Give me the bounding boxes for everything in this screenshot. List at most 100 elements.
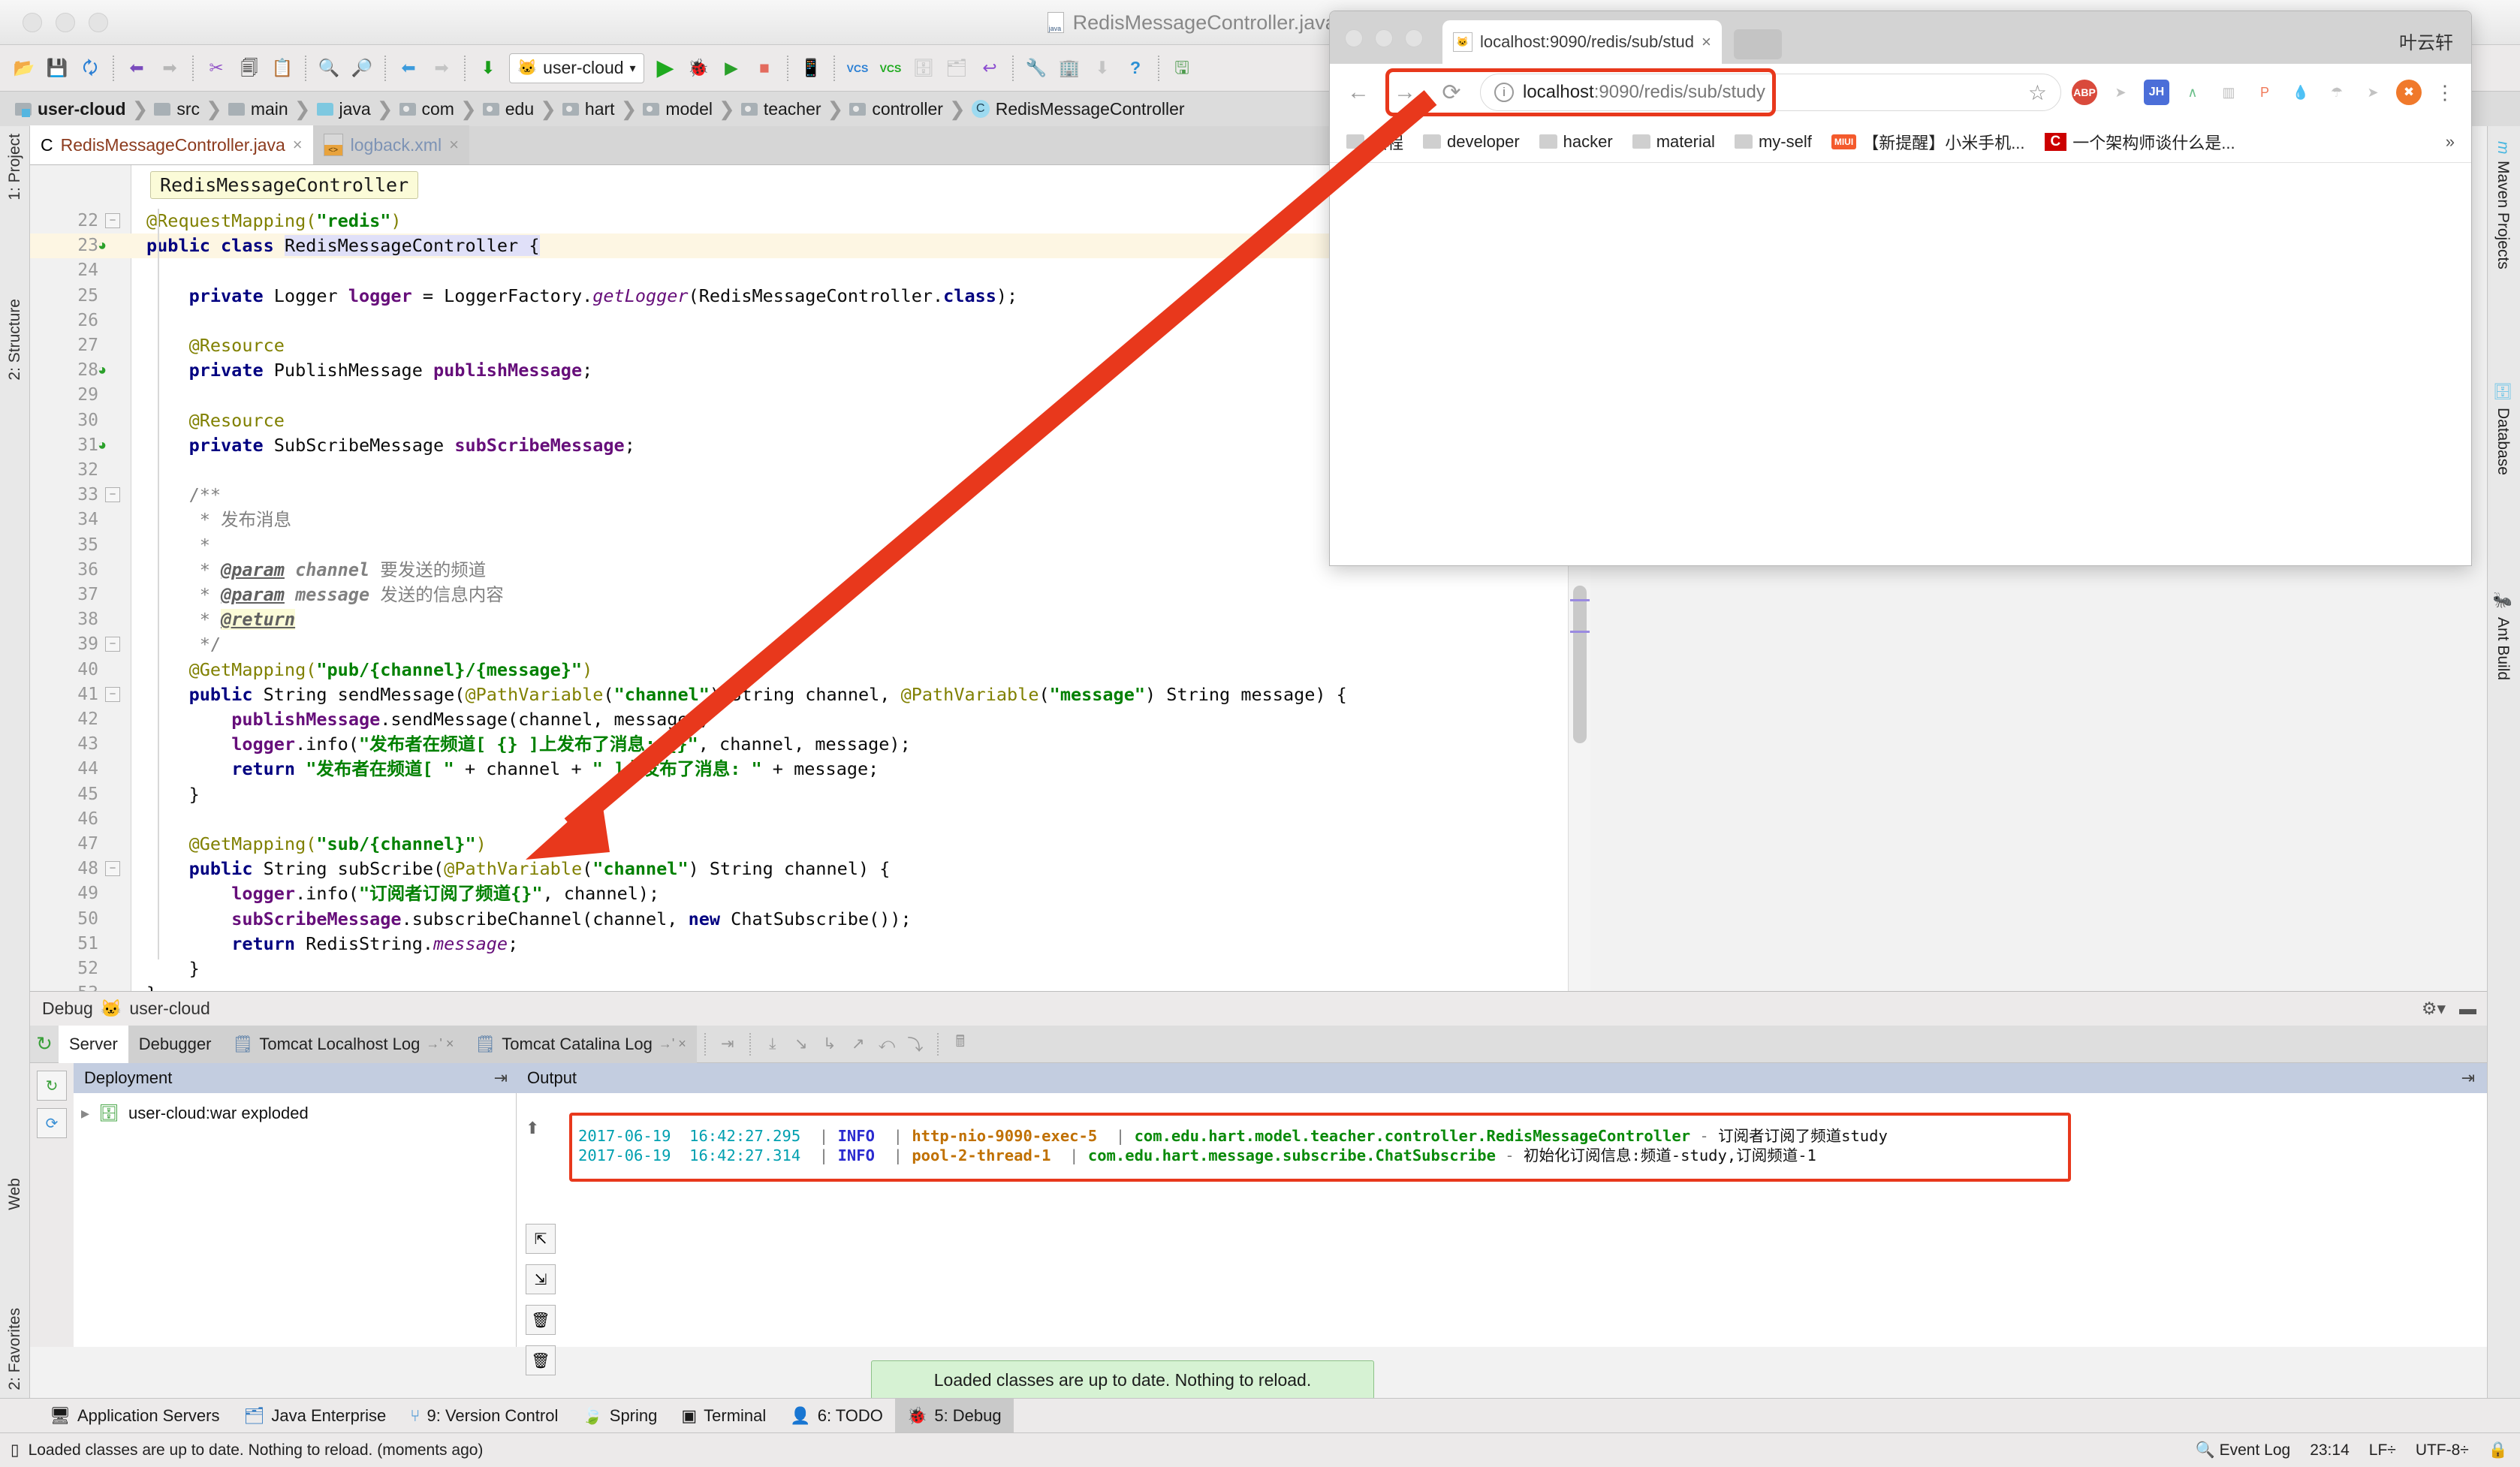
forward-icon[interactable]: ➡ <box>425 51 458 86</box>
minimize-icon[interactable]: ▬ <box>2459 999 2476 1019</box>
browser-menu-icon[interactable]: ⋮ <box>2432 80 2458 105</box>
browser-traffic-lights[interactable] <box>1345 29 1423 47</box>
redo-icon[interactable]: ➡ <box>153 51 186 86</box>
expand-icon[interactable]: ⇥ <box>2461 1068 2475 1088</box>
sdk-manager-icon[interactable]: ⬇ <box>1086 51 1119 86</box>
breadcrumb-item-class[interactable]: C RedisMessageController <box>967 92 1189 126</box>
encoding-indicator[interactable]: UTF-8÷ <box>2416 1441 2469 1459</box>
bookmark-material[interactable]: material <box>1626 132 1721 152</box>
delete-icon[interactable]: 🗑 <box>526 1345 556 1375</box>
tool-button-java-enterprise[interactable]: 🗂 Java Enterprise <box>231 1399 398 1433</box>
debug-icon[interactable]: 🐞 <box>682 51 715 86</box>
postman-icon[interactable]: P <box>2252 80 2277 105</box>
octotree-icon[interactable]: ✖ <box>2396 80 2422 105</box>
vue-devtools-icon[interactable]: ∧ <box>2180 80 2205 105</box>
umbrella-icon[interactable]: ☂ <box>2324 80 2350 105</box>
cut-icon[interactable]: ✂ <box>200 51 233 86</box>
bookmark-csdn[interactable]: C 一个架构师谈什么是... <box>2039 130 2241 154</box>
stop-icon[interactable]: ■ <box>748 51 781 86</box>
tool-button-todo[interactable]: 👤 6: TODO <box>778 1399 895 1433</box>
android-device-icon[interactable]: 📱 <box>794 51 827 86</box>
sidebar-item-structure[interactable]: 2: Structure <box>6 299 24 381</box>
sidebar-item-database[interactable]: 🗄 Database <box>2494 381 2512 475</box>
site-info-icon[interactable]: i <box>1494 83 1514 102</box>
find-icon[interactable]: 🔍 <box>312 51 345 86</box>
run-icon[interactable]: ▶ <box>649 51 682 86</box>
copy-icon[interactable]: 🗐 <box>233 51 266 86</box>
deploy-all-icon[interactable]: ⇱ <box>526 1224 556 1254</box>
debug-header-actions[interactable]: ⚙▾ ▬ <box>2422 999 2476 1019</box>
browser-minimize-button[interactable] <box>1375 29 1393 47</box>
new-tab-button[interactable] <box>1733 29 1782 59</box>
bookmark-developer[interactable]: developer <box>1417 132 1526 152</box>
fold-toggle-icon[interactable]: − <box>105 686 120 702</box>
step-into-icon[interactable]: ↘ <box>787 1029 815 1059</box>
tool-button-application-servers[interactable]: 🖥 Application Servers <box>38 1399 231 1433</box>
help-icon[interactable]: ? <box>1119 51 1152 86</box>
fold-toggle-icon[interactable]: − <box>105 487 120 503</box>
fold-toggle-icon[interactable]: − <box>105 213 120 228</box>
step-over-icon[interactable]: ⤓ <box>758 1029 787 1059</box>
detach-close-icon[interactable]: →' × <box>659 1036 686 1052</box>
bean-marker-icon[interactable]: ◕ <box>98 433 120 458</box>
breadcrumb-item-com[interactable]: com <box>395 92 459 126</box>
lock-icon[interactable]: 🔒 <box>2488 1441 2508 1459</box>
class-marker-icon[interactable]: ◕ <box>98 233 120 258</box>
project-structure-icon[interactable]: 🏢 <box>1053 51 1086 86</box>
bookmarks-overflow-button[interactable]: » <box>2440 132 2461 152</box>
avd-manager-icon[interactable]: 🖫 <box>1165 51 1198 86</box>
compile-icon[interactable]: ⬇ <box>472 51 505 86</box>
collapse-icon[interactable]: ⇥ <box>494 1068 508 1088</box>
settings-icon[interactable]: 🔧 <box>1020 51 1053 86</box>
deployment-list[interactable]: ▸ 🗄 user-cloud:war exploded <box>74 1093 517 1347</box>
save-icon[interactable]: 💾 <box>41 51 74 86</box>
jsonhandle-icon[interactable]: JH <box>2144 80 2169 105</box>
run-coverage-icon[interactable]: ▶ <box>715 51 748 86</box>
line-separator-indicator[interactable]: LF÷ <box>2369 1441 2396 1459</box>
bookmark-hacker[interactable]: hacker <box>1533 132 1619 152</box>
breadcrumb-item-user-cloud[interactable]: user-cloud <box>11 92 131 126</box>
paste-icon[interactable]: 📋 <box>266 51 299 86</box>
pocket-icon[interactable]: ➤ <box>2108 80 2133 105</box>
vcs-commit-icon[interactable]: VCS <box>874 51 907 86</box>
sidebar-item-maven-projects[interactable]: m Maven Projects <box>2494 141 2512 269</box>
sync-icon[interactable]: 🗘 <box>74 51 107 86</box>
forward-icon[interactable]: → <box>1387 80 1423 105</box>
bean-marker-icon[interactable]: ◕ <box>98 358 120 383</box>
evaluate-expression-icon[interactable]: 🖩 <box>946 1029 975 1059</box>
editor-scrollbar-thumb[interactable] <box>1573 586 1587 743</box>
sidebar-item-ant-build[interactable]: 🐜 Ant Build <box>2494 592 2512 680</box>
debug-tab-tomcat-localhost-log[interactable]: 🗒 Tomcat Localhost Log →' × <box>222 1025 465 1063</box>
fold-toggle-icon[interactable]: − <box>105 861 120 877</box>
vcs-diff-icon[interactable]: 🗂 <box>940 51 973 86</box>
drop-frame-icon[interactable]: ⤺ <box>873 1029 901 1059</box>
breadcrumb-item-controller[interactable]: controller <box>845 92 948 126</box>
editor-tab-redismessagecontroller[interactable]: C RedisMessageController.java × <box>30 125 313 164</box>
bookmark-miui[interactable]: MIUI 【新提醒】小米手机... <box>1825 130 2031 154</box>
show-execution-point-icon[interactable]: ⇥ <box>713 1029 742 1059</box>
run-configuration-selector[interactable]: 🐱 user-cloud ▾ <box>509 53 644 83</box>
browser-maximize-button[interactable] <box>1405 29 1423 47</box>
event-log-button[interactable]: 🔍 Event Log <box>2196 1441 2291 1459</box>
breadcrumb-item-java[interactable]: java <box>312 92 375 126</box>
close-icon[interactable]: × <box>293 135 303 155</box>
bookmark-star-icon[interactable]: ☆ <box>2028 80 2047 105</box>
vcs-history-icon[interactable]: 🗄 <box>907 51 940 86</box>
step-out-icon[interactable]: ↗ <box>844 1029 873 1059</box>
editor-tab-logback-xml[interactable]: logback.xml × <box>312 125 469 164</box>
force-step-into-icon[interactable]: ↳ <box>815 1029 844 1059</box>
undeploy-icon[interactable]: 🗑 <box>526 1305 556 1335</box>
browser-tab[interactable]: 🐱 localhost:9090/redis/sub/stud × <box>1442 20 1722 64</box>
sidebar-item-favorites[interactable]: 2: Favorites <box>6 1308 24 1390</box>
scroll-up-icon[interactable]: ⬆ <box>526 1119 559 1138</box>
columns-icon[interactable]: ▥ <box>2216 80 2241 105</box>
rerun-icon[interactable]: ↻ <box>30 1029 59 1059</box>
breadcrumb-item-main[interactable]: main <box>224 92 293 126</box>
open-folder-icon[interactable]: 📂 <box>8 51 41 86</box>
tool-button-debug[interactable]: 🐞 5: Debug <box>894 1398 1014 1433</box>
bookmark-my-self[interactable]: my-self <box>1729 132 1818 152</box>
tool-button-terminal[interactable]: ▣ Terminal <box>669 1399 778 1433</box>
bookmark-jiaocheng[interactable]: 教程 <box>1340 130 1409 154</box>
fold-toggle-icon[interactable]: − <box>105 637 120 652</box>
debug-tab-debugger[interactable]: Debugger <box>128 1025 222 1063</box>
